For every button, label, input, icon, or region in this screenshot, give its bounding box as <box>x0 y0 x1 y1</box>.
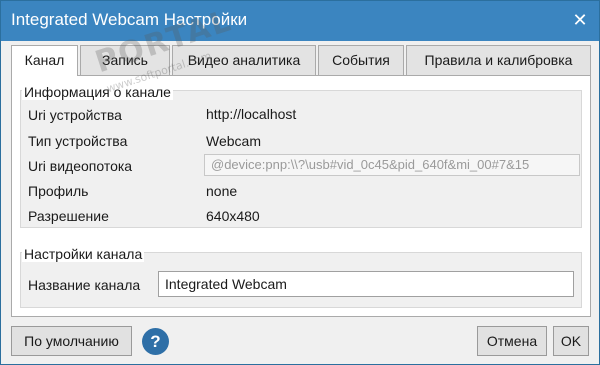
channel-settings-legend: Настройки канала <box>22 246 145 262</box>
device-uri-label: Uri устройства <box>28 107 122 123</box>
channel-name-input[interactable] <box>158 271 574 297</box>
channel-info-legend: Информация о канале <box>22 84 173 100</box>
ok-button[interactable]: OK <box>553 326 589 356</box>
profile-value: none <box>206 183 238 199</box>
stream-uri-field[interactable]: @device:pnp:\\?\usb#vid_0c45&pid_640f&mi… <box>204 154 580 176</box>
help-icon[interactable]: ? <box>142 328 169 355</box>
tab-channel[interactable]: Канал <box>11 45 78 76</box>
tab-events[interactable]: События <box>318 45 404 75</box>
resolution-value: 640x480 <box>206 208 260 224</box>
close-icon[interactable]: ✕ <box>569 9 591 31</box>
resolution-label: Разрешение <box>28 208 109 224</box>
device-type-value: Webcam <box>206 133 261 149</box>
device-type-label: Тип устройства <box>28 133 128 149</box>
title-bar[interactable]: Integrated Webcam Настройки ✕ <box>1 1 599 41</box>
stream-uri-label: Uri видеопотока <box>28 158 133 174</box>
profile-label: Профиль <box>28 183 89 199</box>
tab-rules-calibration[interactable]: Правила и калибровка <box>406 45 591 75</box>
settings-dialog: Integrated Webcam Настройки ✕ Канал Запи… <box>0 0 600 365</box>
tab-panel-channel: Информация о канале Uri устройства http:… <box>11 75 591 317</box>
device-uri-value: http://localhost <box>206 106 297 122</box>
cancel-button[interactable]: Отмена <box>477 326 547 356</box>
channel-name-label: Название канала <box>28 277 141 293</box>
default-button[interactable]: По умолчанию <box>11 326 132 356</box>
